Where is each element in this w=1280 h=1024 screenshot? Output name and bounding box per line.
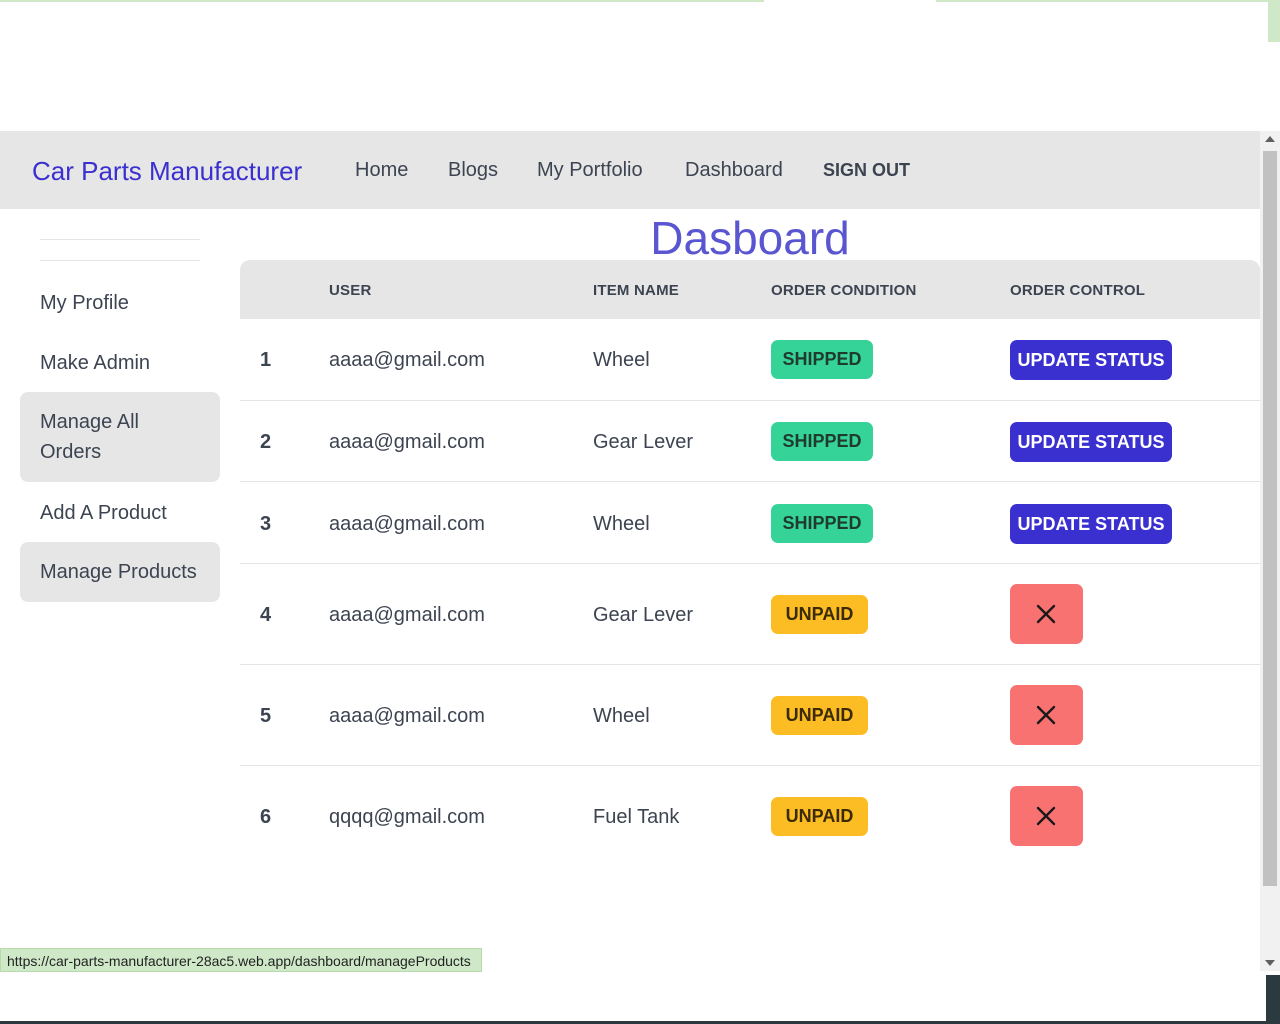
nav-link-portfolio[interactable]: My Portfolio — [537, 159, 643, 182]
taskbar-corner — [1266, 975, 1280, 1021]
cancel-order-button[interactable] — [1010, 786, 1083, 846]
table-row: 4 aaaa@gmail.com Gear Lever UNPAID — [240, 564, 1260, 665]
sign-out-button[interactable]: SIGN OUT — [823, 160, 910, 181]
page-title: Dasboard — [650, 212, 850, 264]
table-row: 5 aaaa@gmail.com Wheel UNPAID — [240, 665, 1260, 766]
status-bar-url: https://car-parts-manufacturer-28ac5.web… — [0, 948, 482, 972]
table-header: USER ITEM NAME ORDER CONDITION ORDER CON… — [240, 260, 1260, 319]
row-user: aaaa@gmail.com — [329, 349, 485, 371]
row-number: 6 — [260, 806, 272, 828]
close-icon — [1036, 705, 1056, 725]
row-item: Wheel — [593, 513, 650, 535]
header-item-name: ITEM NAME — [593, 282, 679, 299]
header-user: USER — [329, 282, 372, 299]
sidebar-divider — [40, 239, 200, 240]
close-icon — [1036, 806, 1056, 826]
row-number: 3 — [260, 513, 272, 535]
header-order-control: ORDER CONTROL — [1010, 282, 1146, 299]
navbar: Car Parts Manufacturer Home Blogs My Por… — [0, 131, 1260, 209]
row-user: aaaa@gmail.com — [329, 705, 485, 727]
scroll-down-arrow-icon[interactable] — [1265, 960, 1275, 966]
browser-corner-mark — [1268, 0, 1280, 42]
status-badge-unpaid: UNPAID — [771, 797, 868, 836]
row-item: Wheel — [593, 349, 650, 371]
page-viewport: Car Parts Manufacturer Home Blogs My Por… — [0, 131, 1260, 971]
status-badge-unpaid: UNPAID — [771, 696, 868, 735]
sidebar-item-make-admin[interactable]: Make Admin — [20, 348, 220, 378]
update-status-button[interactable]: UPDATE STATUS — [1010, 340, 1172, 380]
scroll-up-arrow-icon[interactable] — [1265, 136, 1275, 142]
status-badge-shipped: SHIPPED — [771, 504, 873, 543]
scrollbar-thumb[interactable] — [1263, 151, 1277, 886]
row-number: 4 — [260, 604, 272, 626]
sidebar-divider — [40, 260, 200, 261]
row-item: Wheel — [593, 705, 650, 727]
cancel-order-button[interactable] — [1010, 584, 1083, 644]
row-user: aaaa@gmail.com — [329, 431, 485, 453]
table-row: 2 aaaa@gmail.com Gear Lever SHIPPED UPDA… — [240, 401, 1260, 482]
nav-link-blogs[interactable]: Blogs — [448, 159, 498, 182]
sidebar-item-add-product[interactable]: Add A Product — [20, 498, 220, 528]
browser-top-strip — [0, 0, 1280, 2]
row-number: 1 — [260, 349, 272, 371]
nav-link-home[interactable]: Home — [355, 159, 408, 182]
row-item: Gear Lever — [593, 604, 694, 626]
sidebar-item-manage-all-orders[interactable]: Manage All Orders — [20, 392, 220, 482]
status-badge-shipped: SHIPPED — [771, 340, 873, 379]
table-row: 6 qqqq@gmail.com Fuel Tank UNPAID — [240, 766, 1260, 867]
row-item: Gear Lever — [593, 431, 694, 453]
row-number: 2 — [260, 431, 272, 453]
vertical-scrollbar[interactable] — [1260, 131, 1280, 971]
sidebar-item-my-profile[interactable]: My Profile — [20, 288, 220, 318]
status-badge-shipped: SHIPPED — [771, 422, 873, 461]
row-user: aaaa@gmail.com — [329, 513, 485, 535]
row-user: aaaa@gmail.com — [329, 604, 485, 626]
row-user: qqqq@gmail.com — [329, 806, 485, 828]
row-number: 5 — [260, 705, 272, 727]
brand-link[interactable]: Car Parts Manufacturer — [32, 156, 302, 187]
table-row: 3 aaaa@gmail.com Wheel SHIPPED UPDATE ST… — [240, 482, 1260, 564]
update-status-button[interactable]: UPDATE STATUS — [1010, 504, 1172, 544]
header-order-condition: ORDER CONDITION — [771, 282, 917, 299]
update-status-button[interactable]: UPDATE STATUS — [1010, 422, 1172, 462]
close-icon — [1036, 604, 1056, 624]
cancel-order-button[interactable] — [1010, 685, 1083, 745]
status-badge-unpaid: UNPAID — [771, 595, 868, 634]
table-row: 1 aaaa@gmail.com Wheel SHIPPED UPDATE ST… — [240, 319, 1260, 401]
sidebar-item-manage-products[interactable]: Manage Products — [20, 542, 220, 602]
row-item: Fuel Tank — [593, 806, 680, 828]
nav-link-dashboard[interactable]: Dashboard — [685, 159, 783, 182]
